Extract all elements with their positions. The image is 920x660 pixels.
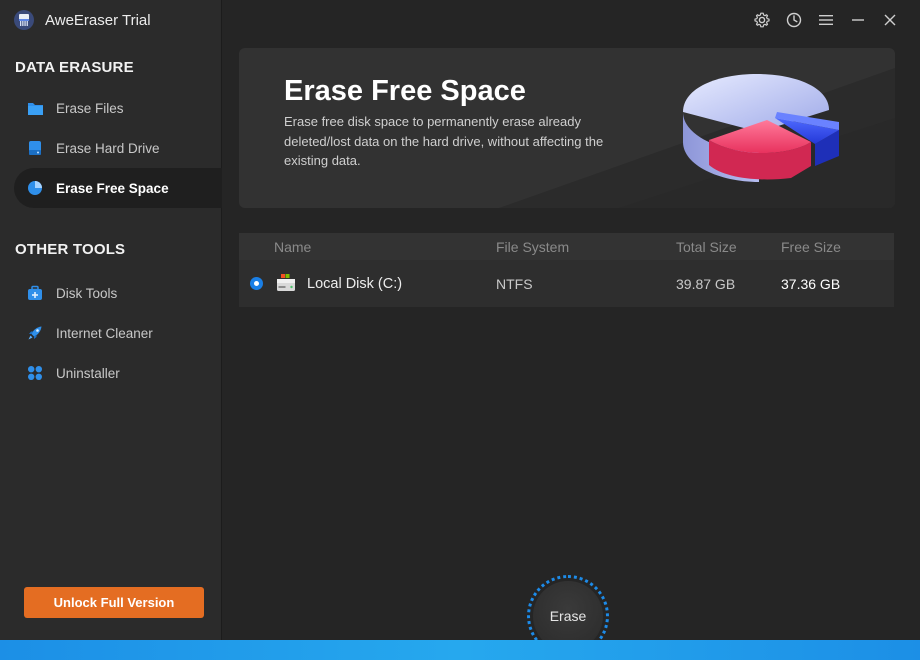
- sidebar-item-internet-cleaner[interactable]: Internet Cleaner: [14, 313, 222, 353]
- drive-select-radio[interactable]: [250, 277, 263, 290]
- window-controls: [746, 9, 906, 31]
- page-title: Erase Free Space: [284, 75, 526, 107]
- bottom-accent-bar: [0, 640, 920, 660]
- toolbox-icon: [26, 284, 44, 302]
- table-row[interactable]: Local Disk (C:) NTFS 39.87 GB 37.36 GB: [239, 260, 894, 307]
- column-header-file-system[interactable]: File System: [496, 239, 569, 255]
- sidebar-item-erase-files[interactable]: Erase Files: [14, 88, 222, 128]
- sidebar-item-label: Erase Free Space: [56, 180, 169, 196]
- app-window: AweEraser Trial DATA ERASURE Erase Files…: [0, 0, 920, 660]
- sidebar-item-uninstaller[interactable]: Uninstaller: [14, 353, 222, 393]
- column-header-name[interactable]: Name: [274, 239, 311, 255]
- column-header-free-size[interactable]: Free Size: [781, 239, 841, 255]
- folder-icon: [26, 99, 44, 117]
- sidebar: AweEraser Trial DATA ERASURE Erase Files…: [0, 0, 222, 640]
- sidebar-item-erase-free-space[interactable]: Erase Free Space: [14, 168, 222, 208]
- rocket-icon: [26, 324, 44, 342]
- clock-icon[interactable]: [778, 9, 810, 31]
- sidebar-item-disk-tools[interactable]: Disk Tools: [14, 273, 222, 313]
- sidebar-item-erase-hard-drive[interactable]: Erase Hard Drive: [14, 128, 222, 168]
- hard-drive-icon: [26, 139, 44, 157]
- minimize-icon[interactable]: [842, 9, 874, 31]
- sidebar-item-label: Erase Files: [56, 100, 124, 116]
- sidebar-item-label: Erase Hard Drive: [56, 140, 160, 156]
- gear-icon[interactable]: [746, 9, 778, 31]
- drive-table: Name File System Total Size Free Size Lo…: [239, 233, 894, 307]
- unlock-full-version-button[interactable]: Unlock Full Version: [24, 587, 204, 618]
- table-header: Name File System Total Size Free Size: [239, 233, 894, 260]
- apps-grid-icon: [26, 364, 44, 382]
- drive-free-size: 37.36 GB: [781, 275, 841, 292]
- sidebar-item-label: Internet Cleaner: [56, 325, 153, 341]
- column-header-total-size[interactable]: Total Size: [676, 239, 737, 255]
- feature-banner: Erase Free Space Erase free disk space t…: [239, 48, 895, 208]
- pie-chart-icon: [26, 179, 44, 197]
- sidebar-item-label: Disk Tools: [56, 285, 118, 301]
- section-title-data-erasure: DATA ERASURE: [15, 59, 134, 76]
- pie-chart-3d-illustration: [683, 74, 839, 182]
- drive-file-system: NTFS: [496, 275, 533, 292]
- page-description: Erase free disk space to permanently era…: [284, 114, 604, 168]
- drive-total-size: 39.87 GB: [676, 275, 736, 292]
- section-title-other-tools: OTHER TOOLS: [15, 241, 126, 258]
- title-bar: AweEraser Trial: [0, 0, 222, 40]
- close-icon[interactable]: [874, 9, 906, 31]
- sidebar-item-label: Uninstaller: [56, 365, 120, 381]
- local-disk-icon: [277, 274, 295, 291]
- hamburger-icon[interactable]: [810, 9, 842, 31]
- app-title: AweEraser Trial: [45, 11, 151, 29]
- eraser-logo-icon: [13, 9, 35, 31]
- drive-name: Local Disk (C:): [307, 275, 403, 292]
